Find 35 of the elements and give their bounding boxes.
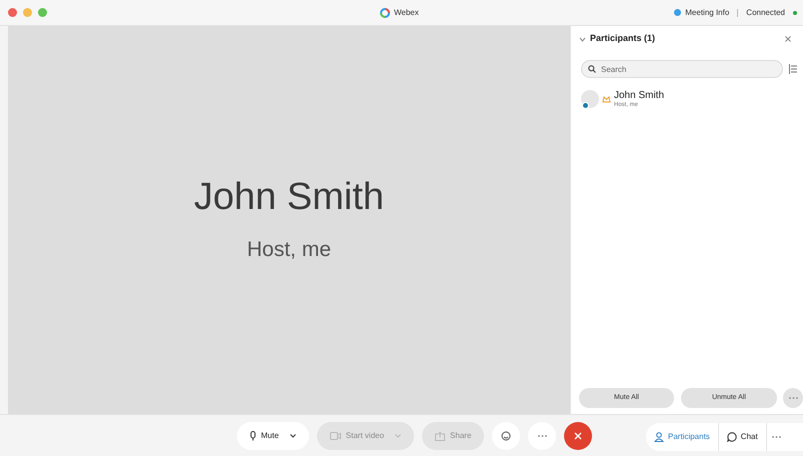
panel-title: Participants (1) [590, 32, 656, 46]
presence-icon [582, 102, 589, 109]
leave-meeting-button[interactable] [564, 422, 592, 450]
minimize-window-control[interactable] [23, 8, 32, 17]
share-icon [435, 432, 446, 440]
list-icon[interactable] [789, 64, 797, 74]
chat-bubble-icon [726, 432, 737, 442]
participant-name: John Smith [614, 90, 664, 100]
meeting-info-link[interactable]: Meeting Info [685, 6, 730, 18]
panel-tab[interactable]: Chat [718, 423, 767, 451]
connection-status: Connected [746, 6, 785, 18]
more-button[interactable] [783, 388, 803, 408]
close-icon[interactable] [785, 36, 791, 42]
panel-tab[interactable]: Participants [646, 423, 719, 451]
window-title: Webex [394, 7, 419, 19]
toolbar-button[interactable]: Mute [237, 422, 309, 450]
search-field[interactable]: Search [581, 60, 783, 78]
camera-icon [330, 432, 341, 440]
stage-role: Host, me [246, 236, 332, 263]
avatar [581, 90, 599, 108]
app-logo-icon [380, 8, 390, 18]
caret-icon[interactable] [290, 434, 296, 438]
person-icon [654, 432, 664, 442]
reactions-button[interactable] [492, 422, 520, 450]
search-icon [588, 65, 596, 73]
zoom-window-control[interactable] [38, 8, 47, 17]
host-icon [602, 96, 611, 102]
smiley-icon [501, 431, 512, 441]
close-icon [574, 432, 582, 440]
close-window-control[interactable] [8, 8, 17, 17]
microphone-icon [250, 431, 256, 441]
collapse-icon[interactable] [579, 36, 586, 42]
search-field[interactable]: Search [601, 61, 775, 77]
info-icon [674, 9, 682, 16]
stage-name: John Smith [194, 174, 384, 220]
